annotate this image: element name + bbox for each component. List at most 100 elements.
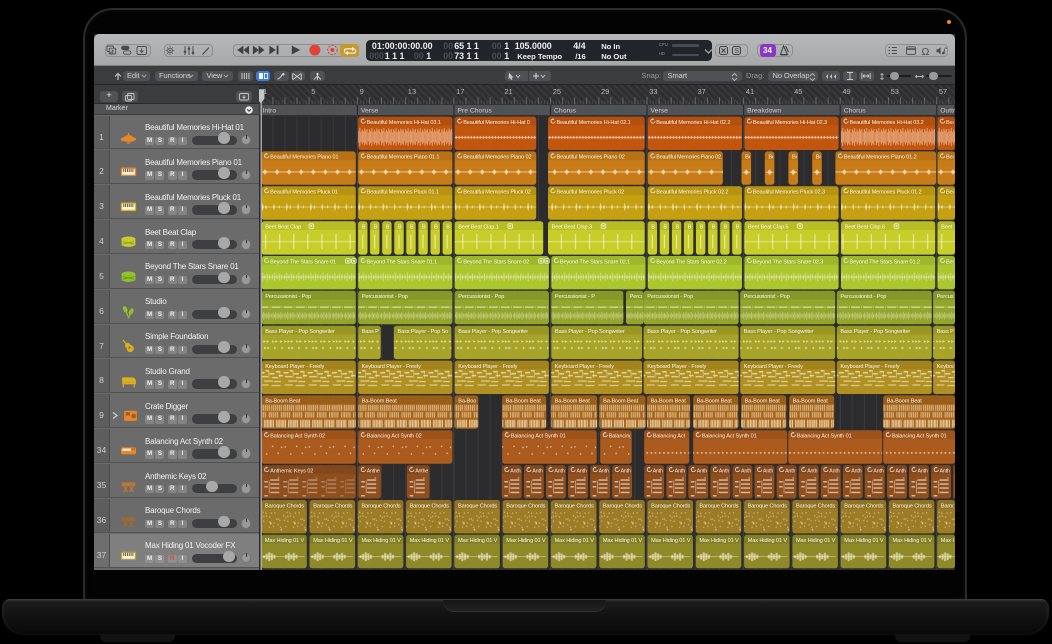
- svg-text:Percuss: Percuss: [937, 294, 955, 300]
- svg-text:49: 49: [842, 87, 850, 96]
- svg-text:Balancing Act Synth 01: Balancing Act Synth 01: [511, 433, 566, 439]
- svg-text:Balancing: Balancing: [609, 433, 633, 439]
- svg-text:B: B: [688, 224, 692, 230]
- svg-text:Keyboard Player - Freely: Keyboard Player - Freely: [555, 363, 614, 369]
- svg-text:Beautiful Memories Hi-Hat 0: Beautiful Memories Hi-Hat 0: [463, 119, 530, 125]
- svg-text:Max Hiding 01 V: Max Hiding 01 V: [893, 538, 933, 544]
- svg-text:Beet Beat Clap: Beet Beat Clap: [265, 224, 301, 230]
- svg-text:Baroque Chords: Baroque Chords: [506, 503, 545, 509]
- svg-text:Chorus: Chorus: [554, 107, 577, 114]
- svg-text:Baroque Chords: Baroque Chords: [796, 503, 835, 509]
- svg-text:Max Hiding 01 V: Max Hiding 01 V: [796, 538, 836, 544]
- svg-text:S: S: [735, 48, 740, 55]
- svg-text:B: B: [663, 224, 667, 230]
- svg-text:B: B: [676, 224, 680, 230]
- svg-text:Verse: Verse: [361, 107, 379, 114]
- svg-text:Baroque Chords: Baroque Chords: [555, 503, 594, 509]
- svg-text:Bass Player - Pop Songwriter: Bass Player - Pop Songwriter: [555, 329, 625, 335]
- svg-text:Bass Player - Pop Songwriter: Bass Player - Pop Songwriter: [265, 329, 335, 335]
- svg-text:Percussionist - Pop: Percussionist - Pop: [265, 294, 311, 300]
- svg-text:Bass Player - Pop Songwriter: Bass Player - Pop Songwriter: [744, 329, 814, 335]
- svg-text:B: B: [362, 224, 366, 230]
- svg-text:45: 45: [794, 87, 802, 96]
- svg-text:Bass Player - Pop Songwriter: Bass Player - Pop Songwriter: [840, 329, 910, 335]
- svg-text:Bass P: Bass P: [362, 329, 379, 335]
- svg-text:Beet Be: Beet Be: [941, 224, 955, 230]
- svg-text:Ba-Boom Beat: Ba-Boom Beat: [265, 398, 301, 404]
- svg-text:Keyboa: Keyboa: [937, 363, 955, 369]
- svg-text:Max Hiding 01 V: Max Hiding 01 V: [941, 538, 955, 544]
- svg-text:Balancing Act Synth 01: Balancing Act Synth 01: [797, 433, 852, 439]
- svg-text:Percussionist - Pop: Percussionist - Pop: [458, 294, 504, 300]
- svg-text:Baroque Chords: Baroque Chords: [458, 503, 497, 509]
- svg-text:Ba-Boom Beat: Ba-Boom Beat: [745, 398, 781, 404]
- svg-text:Beautiful: Beautiful: [946, 119, 955, 125]
- svg-text:Max Hiding 01 V: Max Hiding 01 V: [651, 538, 691, 544]
- svg-text:Beyond The Stars Snare 01: Beyond The Stars Snare 01: [270, 259, 336, 265]
- svg-text:Balancing Act Synth 02: Balancing Act Synth 02: [270, 433, 325, 439]
- svg-text:B: B: [724, 224, 728, 230]
- svg-text:Max Hiding 01 V: Max Hiding 01 V: [506, 538, 546, 544]
- svg-text:Beauti: Beauti: [946, 154, 955, 160]
- svg-text:Beet Beat Clap.3: Beet Beat Clap.3: [552, 224, 592, 230]
- svg-text:Outtro: Outtro: [940, 107, 955, 114]
- svg-text:Beautiful Memories Piano 01.1: Beautiful Memories Piano 01.1: [367, 154, 440, 160]
- svg-text:Keyboard Player - Freely: Keyboard Player - Freely: [265, 363, 324, 369]
- svg-text:Bass Player - Pop Songwriter: Bass Player - Pop Songwriter: [458, 329, 528, 335]
- svg-text:Baroque Chords: Baroque Chords: [603, 503, 642, 509]
- svg-text:Ω: Ω: [922, 46, 930, 56]
- svg-text:Beautiful Memories Pluck 02.2: Beautiful Memories Pluck 02.2: [656, 189, 728, 195]
- svg-text:Baroque Chords: Baroque Chords: [941, 503, 955, 509]
- svg-text:Percussionist - Pop: Percussionist - Pop: [362, 294, 408, 300]
- svg-text:Beautiful Memories Pluck 02: Beautiful Memories Pluck 02: [557, 189, 625, 195]
- svg-text:Verse: Verse: [651, 107, 669, 114]
- svg-text:37: 37: [698, 87, 706, 96]
- svg-text:Max Hiding 01 V: Max Hiding 01 V: [748, 538, 788, 544]
- svg-text:Balancing Act Synth 01: Balancing Act Synth 01: [892, 433, 947, 439]
- svg-text:Beautiful Memories Hi-Hat 03.2: Beautiful Memories Hi-Hat 03.2: [850, 119, 924, 125]
- svg-text:Beyond The Stars Snare 02.2: Beyond The Stars Snare 02.2: [656, 259, 726, 265]
- svg-text:5: 5: [311, 87, 315, 96]
- svg-text:Baroque Chords: Baroque Chords: [362, 503, 401, 509]
- svg-text:25: 25: [553, 87, 561, 96]
- svg-text:Max Hiding 01 V: Max Hiding 01 V: [603, 538, 643, 544]
- svg-text:Beautiful Memories Pluck 02.3: Beautiful Memories Pluck 02.3: [753, 189, 825, 195]
- svg-text:Anthe: Anthe: [415, 468, 428, 474]
- svg-text:B: B: [374, 224, 378, 230]
- svg-text:Ba-Boom Beat: Ba-Boom Beat: [697, 398, 733, 404]
- svg-text:B: B: [398, 224, 402, 230]
- svg-text:Beyond The Stars Snare 02: Beyond The Stars Snare 02: [463, 259, 529, 265]
- svg-text:Baroque Chords: Baroque Chords: [313, 503, 352, 509]
- svg-text:Intro: Intro: [263, 107, 277, 114]
- svg-text:Bass Pla: Bass Pla: [937, 329, 955, 335]
- svg-text:Beautiful Memories Hi-Hat 02.3: Beautiful Memories Hi-Hat 02.3: [753, 119, 827, 125]
- svg-text:Max Hiding 01 V: Max Hiding 01 V: [313, 538, 353, 544]
- svg-text:Ba-Boom Beat: Ba-Boom Beat: [603, 398, 639, 404]
- svg-text:13: 13: [408, 87, 416, 96]
- svg-text:Beautiful Memories Pluck 01: Beautiful Memories Pluck 01: [270, 189, 338, 195]
- svg-text:B: B: [712, 224, 716, 230]
- svg-text:Percussionist - Pop: Percussionist - Pop: [647, 294, 693, 300]
- svg-text:B: B: [434, 224, 438, 230]
- svg-text:Beautiful Memories Piano 02: Beautiful Memories Piano 02: [463, 154, 531, 160]
- svg-text:Max Hiding 01 V: Max Hiding 01 V: [265, 538, 305, 544]
- svg-text:Baroque Chords: Baroque Chords: [410, 503, 449, 509]
- svg-text:Ba-Boom Beat: Ba-Boom Beat: [887, 398, 923, 404]
- svg-text:B: B: [446, 224, 450, 230]
- svg-text:Baroque Chords: Baroque Chords: [699, 503, 738, 509]
- svg-text:Beet Beat Clap.6: Beet Beat Clap.6: [845, 224, 885, 230]
- svg-text:B: B: [410, 224, 414, 230]
- svg-text:Beautiful Memories Piano 01.2: Beautiful Memories Piano 01.2: [844, 154, 917, 160]
- svg-text:Balancing Act: Balancing Act: [653, 433, 686, 439]
- svg-text:Ba-Boom Beat: Ba-Boom Beat: [651, 398, 687, 404]
- svg-text:29: 29: [601, 87, 609, 96]
- svg-text:Chorus: Chorus: [844, 107, 867, 114]
- svg-text:Baroque Chords: Baroque Chords: [651, 503, 690, 509]
- svg-text:Beautiful Memories Hi-Hat 02.2: Beautiful Memories Hi-Hat 02.2: [656, 119, 730, 125]
- svg-text:Breakdown: Breakdown: [747, 107, 781, 114]
- svg-text:Percussionist - P: Percussionist - P: [555, 294, 595, 300]
- svg-text:Balancing Act Synth 01: Balancing Act Synth 01: [702, 433, 757, 439]
- svg-text:B: B: [736, 224, 740, 230]
- svg-text:Percussionist - Pop: Percussionist - Pop: [744, 294, 790, 300]
- svg-text:Max Hiding 01 V: Max Hiding 01 V: [458, 538, 498, 544]
